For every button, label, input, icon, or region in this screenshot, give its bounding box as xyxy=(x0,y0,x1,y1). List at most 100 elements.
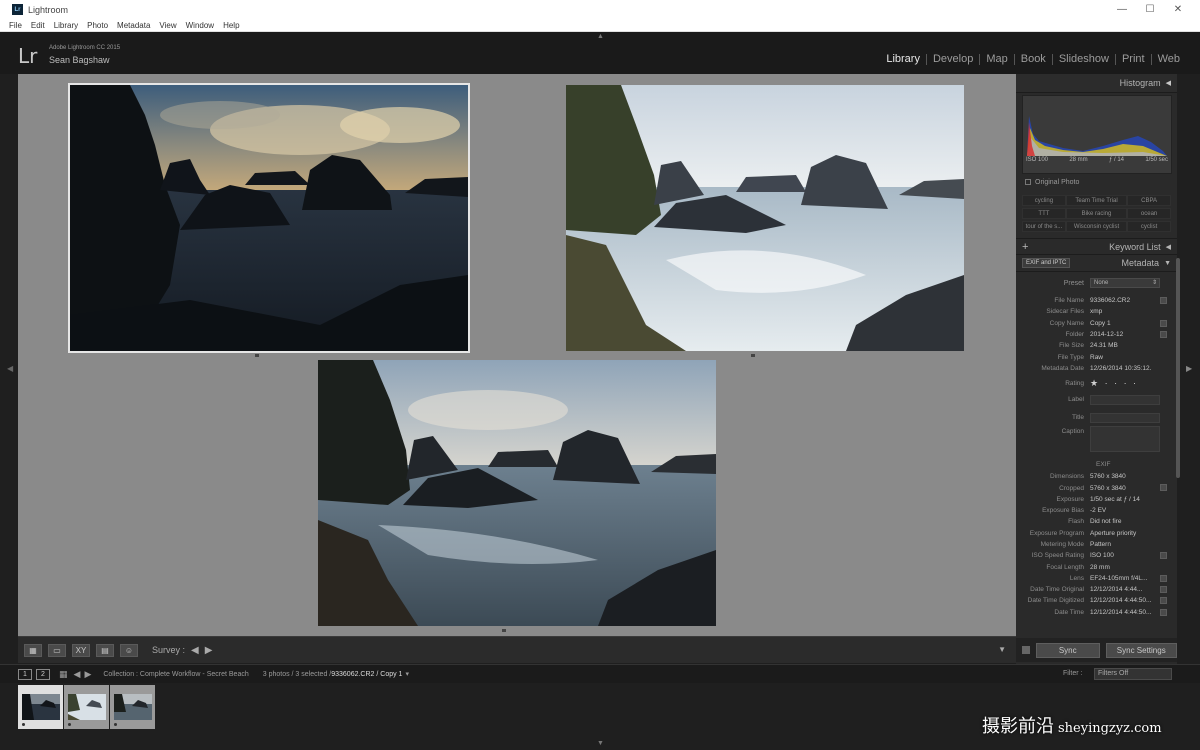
module-slideshow[interactable]: Slideshow xyxy=(1053,53,1115,65)
metadata-value[interactable]: 12/12/2014 4:44:50... xyxy=(1090,609,1152,616)
survey-photo-3[interactable] xyxy=(318,360,716,626)
metadata-value[interactable]: 1/50 sec at ƒ / 14 xyxy=(1090,496,1152,503)
rating-stars[interactable]: ★ · · · · xyxy=(1090,378,1138,389)
metadata-action-icon[interactable] xyxy=(1160,608,1167,616)
file-dropdown-icon[interactable]: ▾ xyxy=(405,671,409,678)
metadata-value[interactable]: ISO 100 xyxy=(1090,552,1152,559)
top-panel-toggle-icon[interactable]: ▲ xyxy=(597,33,604,40)
compare-view-button[interactable]: XY xyxy=(72,643,90,657)
metadata-value[interactable]: 5760 x 3840 xyxy=(1090,485,1152,492)
grid-view-icon[interactable]: ▦ xyxy=(59,669,68,680)
title-label: Title xyxy=(1071,414,1084,422)
keyword-suggestion[interactable]: TTT xyxy=(1022,208,1066,219)
secondary-window-button[interactable]: 2 xyxy=(36,668,50,680)
add-keyword-icon[interactable]: + xyxy=(1022,241,1028,253)
filmstrip-thumbnail-1[interactable] xyxy=(18,685,63,729)
metadata-action-icon[interactable] xyxy=(1160,552,1167,560)
menu-edit[interactable]: Edit xyxy=(31,21,45,30)
keyword-suggestion[interactable]: Bike racing xyxy=(1065,208,1128,219)
metadata-value[interactable]: 5760 x 3840 xyxy=(1090,473,1152,480)
module-map[interactable]: Map xyxy=(980,53,1013,65)
metadata-value[interactable]: xmp xyxy=(1090,308,1152,315)
metadata-value[interactable]: Pattern xyxy=(1090,541,1152,548)
metadata-value[interactable]: 12/26/2014 10:35:12... xyxy=(1090,365,1152,372)
metadata-value[interactable]: 9336062.CR2 xyxy=(1090,297,1152,304)
maximize-icon[interactable]: ☐ xyxy=(1136,0,1164,19)
filmstrip-thumbnail-2[interactable] xyxy=(64,685,109,729)
metadata-action-icon[interactable] xyxy=(1160,319,1167,327)
metadata-action-icon[interactable] xyxy=(1160,297,1167,304)
menu-library[interactable]: Library xyxy=(54,21,78,30)
filmstrip-thumbnail-3[interactable] xyxy=(110,685,155,729)
keyword-suggestion[interactable]: Team Time Trial xyxy=(1065,195,1128,206)
module-print[interactable]: Print xyxy=(1116,53,1151,65)
keyword-suggestion[interactable]: Wisconsin cyclist xyxy=(1065,221,1128,232)
caption-field[interactable] xyxy=(1090,426,1160,453)
back-arrow-icon[interactable]: ◀ xyxy=(74,669,81,680)
histogram-header[interactable]: Histogram ◀ xyxy=(1016,74,1177,93)
metadata-action-icon[interactable] xyxy=(1160,586,1167,594)
keyword-suggestion[interactable]: tour of the s... xyxy=(1022,221,1066,232)
metadata-set-select[interactable]: EXIF and IPTC xyxy=(1022,258,1071,268)
people-view-button[interactable]: ☺ xyxy=(120,643,138,657)
metadata-value[interactable]: 12/12/2014 4:44... xyxy=(1090,586,1152,593)
module-book[interactable]: Book xyxy=(1015,53,1052,65)
metadata-value[interactable]: 24.31 MB xyxy=(1090,342,1152,349)
menu-window[interactable]: Window xyxy=(186,21,214,30)
survey-photo-2[interactable] xyxy=(566,85,964,351)
module-web[interactable]: Web xyxy=(1152,53,1186,65)
keyword-suggestion[interactable]: CBPA xyxy=(1127,195,1171,206)
keyword-suggestion[interactable]: cycling xyxy=(1022,195,1066,206)
original-photo-toggle[interactable]: Original Photo xyxy=(1025,177,1177,187)
metadata-action-icon[interactable] xyxy=(1160,484,1167,492)
metadata-value[interactable]: Did not fire xyxy=(1090,518,1152,525)
metadata-action-icon[interactable] xyxy=(1160,330,1167,338)
collection-path[interactable]: Collection : Complete Workflow - Secret … xyxy=(103,671,248,678)
survey-view-button[interactable]: ▤ xyxy=(96,643,114,657)
metadata-action-icon[interactable] xyxy=(1160,574,1167,582)
menu-view[interactable]: View xyxy=(159,21,176,30)
keyword-suggestion[interactable]: ocean xyxy=(1127,208,1171,219)
sync-button[interactable]: Sync xyxy=(1035,642,1100,658)
survey-photo-1[interactable] xyxy=(68,83,470,353)
grid-view-button[interactable]: ▦ xyxy=(24,643,42,657)
metadata-action-icon[interactable] xyxy=(1160,597,1167,605)
keyword-list-header[interactable]: + Keyword List ◀ xyxy=(1016,238,1177,255)
right-panel-toggle-icon[interactable]: ▶ xyxy=(1186,364,1192,373)
preset-select[interactable]: None ⇕ xyxy=(1090,278,1160,288)
menu-photo[interactable]: Photo xyxy=(87,21,108,30)
metadata-value[interactable]: Copy 1 xyxy=(1090,320,1152,327)
main-window-button[interactable]: 1 xyxy=(18,668,32,680)
loupe-view-button[interactable]: ▭ xyxy=(48,643,66,657)
module-develop[interactable]: Develop xyxy=(927,53,979,65)
metadata-value[interactable]: -2 EV xyxy=(1090,507,1152,514)
minimize-icon[interactable]: — xyxy=(1108,0,1136,19)
metadata-value[interactable]: EF24-105mm f/4L... xyxy=(1090,575,1152,582)
sync-settings-button[interactable]: Sync Settings xyxy=(1105,642,1177,658)
toolbar-options-caret-icon[interactable]: ▼ xyxy=(998,645,1006,654)
forward-arrow-icon[interactable]: ▶ xyxy=(84,669,91,680)
keyword-suggestion[interactable]: cyclist xyxy=(1127,221,1171,232)
previous-photo-icon[interactable]: ◀ xyxy=(191,645,199,656)
menu-file[interactable]: File xyxy=(9,21,22,30)
metadata-value[interactable]: Raw xyxy=(1090,354,1152,361)
metadata-header[interactable]: EXIF and IPTC Metadata ▼ xyxy=(1016,255,1177,272)
metadata-value[interactable]: 2014-12-12 xyxy=(1090,331,1152,338)
close-icon[interactable]: ✕ xyxy=(1164,0,1192,19)
filter-select[interactable]: Filters Off xyxy=(1094,668,1172,680)
right-panel-scrollbar[interactable] xyxy=(1176,258,1180,478)
module-library[interactable]: Library xyxy=(880,53,926,65)
metadata-value[interactable]: 28 mm xyxy=(1090,564,1152,571)
auto-sync-switch-icon[interactable] xyxy=(1022,646,1030,654)
window-title: Lightroom xyxy=(28,4,69,15)
left-panel-toggle-icon[interactable]: ◀ xyxy=(7,364,13,373)
metadata-value[interactable]: Aperture priority xyxy=(1090,530,1152,537)
menu-help[interactable]: Help xyxy=(223,21,239,30)
original-photo-checkbox[interactable] xyxy=(1025,179,1031,185)
title-field[interactable] xyxy=(1090,412,1160,423)
filmstrip-toggle-icon[interactable]: ▼ xyxy=(597,740,604,747)
metadata-value[interactable]: 12/12/2014 4:44:50... xyxy=(1090,597,1152,604)
next-photo-icon[interactable]: ▶ xyxy=(205,645,213,656)
label-field[interactable] xyxy=(1090,394,1160,405)
menu-metadata[interactable]: Metadata xyxy=(117,21,150,30)
